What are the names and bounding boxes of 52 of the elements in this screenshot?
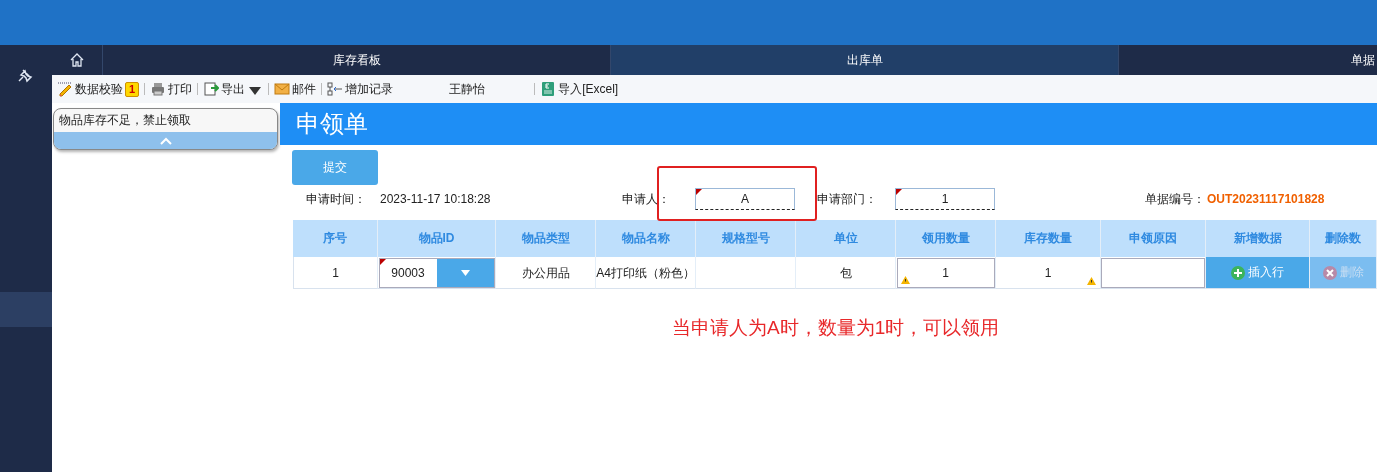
dropdown-arrow-icon	[460, 269, 470, 276]
add-record-icon	[327, 81, 344, 97]
field-label: 申请部门：	[817, 190, 878, 208]
form-title: 申领单	[280, 103, 1377, 145]
export-icon	[203, 81, 220, 97]
user-name: 王静怡	[448, 80, 487, 98]
column-header: 库存数量	[996, 220, 1101, 257]
plus-circle-icon	[1231, 265, 1245, 280]
annotation-text: 当申请人为A时，数量为1时，可以领用	[672, 316, 1001, 340]
nav-tab[interactable]: 单据	[1119, 45, 1377, 75]
toolbar-button[interactable]: 打印	[147, 80, 196, 98]
column-header: 删除数	[1310, 220, 1377, 257]
pencil-icon	[57, 81, 73, 97]
item-select[interactable]: 90003	[378, 257, 495, 288]
table-cell: A4打印纸（粉色）	[596, 257, 696, 289]
column-header: 物品ID	[378, 220, 496, 257]
count-badge: 1	[125, 81, 140, 97]
home-icon	[69, 52, 85, 68]
column-header: 序号	[293, 220, 378, 257]
column-header: 物品类型	[496, 220, 596, 257]
column-header: 申领原因	[1101, 220, 1206, 257]
field-label: 申请时间：	[306, 190, 367, 208]
column-header: 规格型号	[696, 220, 796, 257]
nav-tab[interactable]: 出库单	[611, 45, 1119, 75]
column-header: 物品名称	[596, 220, 696, 257]
printer-icon	[150, 81, 167, 97]
toolbar-button[interactable]: 增加记录	[324, 80, 397, 98]
popup-message: 物品库存不足，禁止领取	[58, 112, 192, 129]
toolbar-button[interactable]: 导入[Excel]	[537, 80, 622, 98]
table-cell: 办公用品	[496, 257, 596, 289]
spreadsheet-icon	[540, 81, 557, 97]
document-number: OUT20231117101828	[1207, 192, 1325, 206]
input-field[interactable]	[1101, 257, 1205, 288]
envelope-icon	[274, 81, 291, 97]
input-field[interactable]: 1	[896, 257, 995, 288]
toolbar-button[interactable]: 邮件	[271, 80, 320, 98]
toolbar-button[interactable]: 数据校验 1	[54, 80, 143, 98]
table-cell: 1	[996, 257, 1101, 289]
x-circle-icon	[1322, 265, 1337, 280]
column-header: 领用数量	[896, 220, 996, 257]
input-field[interactable]: 1	[895, 188, 995, 210]
table-cell: 1	[293, 257, 378, 289]
pin-icon	[17, 67, 33, 83]
chevron-up-icon	[159, 136, 172, 145]
column-header: 新增数据	[1206, 220, 1310, 257]
field-value: 2023-11-17 10:18:28	[380, 192, 491, 206]
input-field[interactable]: A	[695, 188, 795, 210]
table-cell: 包	[796, 257, 896, 289]
field-label: 申请人：	[622, 190, 671, 208]
field-label: 单据编号：	[1145, 190, 1206, 208]
column-header: 单位	[796, 220, 896, 257]
toolbar-button[interactable]: 导出	[200, 80, 267, 98]
